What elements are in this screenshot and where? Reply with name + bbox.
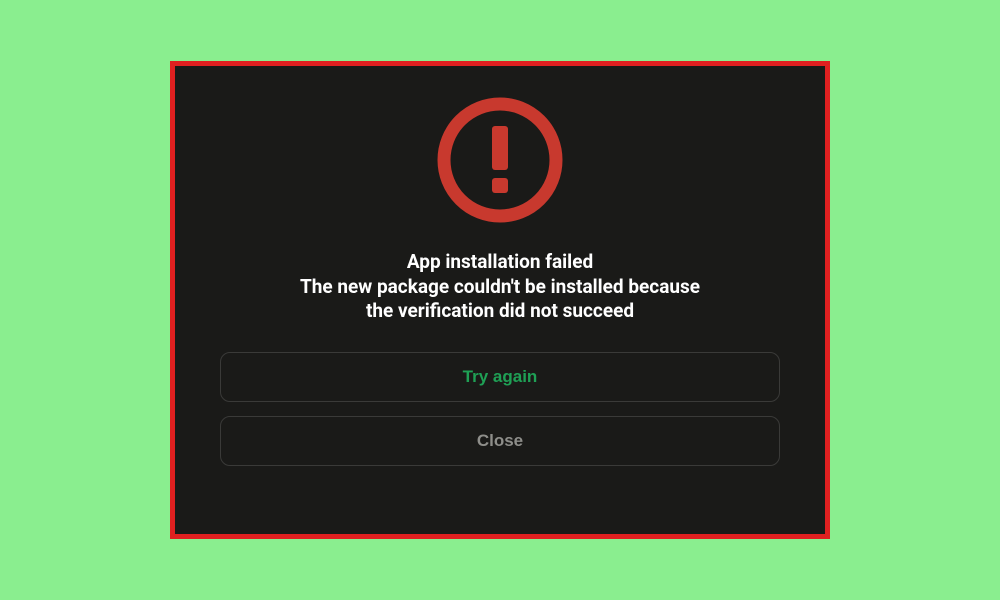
error-line-2: the verification did not succeed <box>300 299 700 324</box>
error-dialog: App installation failed The new package … <box>170 61 830 539</box>
button-group: Try again Close <box>220 352 780 466</box>
try-again-button[interactable]: Try again <box>220 352 780 402</box>
alert-circle-icon <box>430 90 570 230</box>
error-title: App installation failed <box>300 250 700 275</box>
try-again-label: Try again <box>463 367 538 387</box>
error-line-1: The new package couldn't be installed be… <box>300 275 700 300</box>
error-message: App installation failed The new package … <box>300 250 700 324</box>
close-button[interactable]: Close <box>220 416 780 466</box>
close-label: Close <box>477 431 523 451</box>
